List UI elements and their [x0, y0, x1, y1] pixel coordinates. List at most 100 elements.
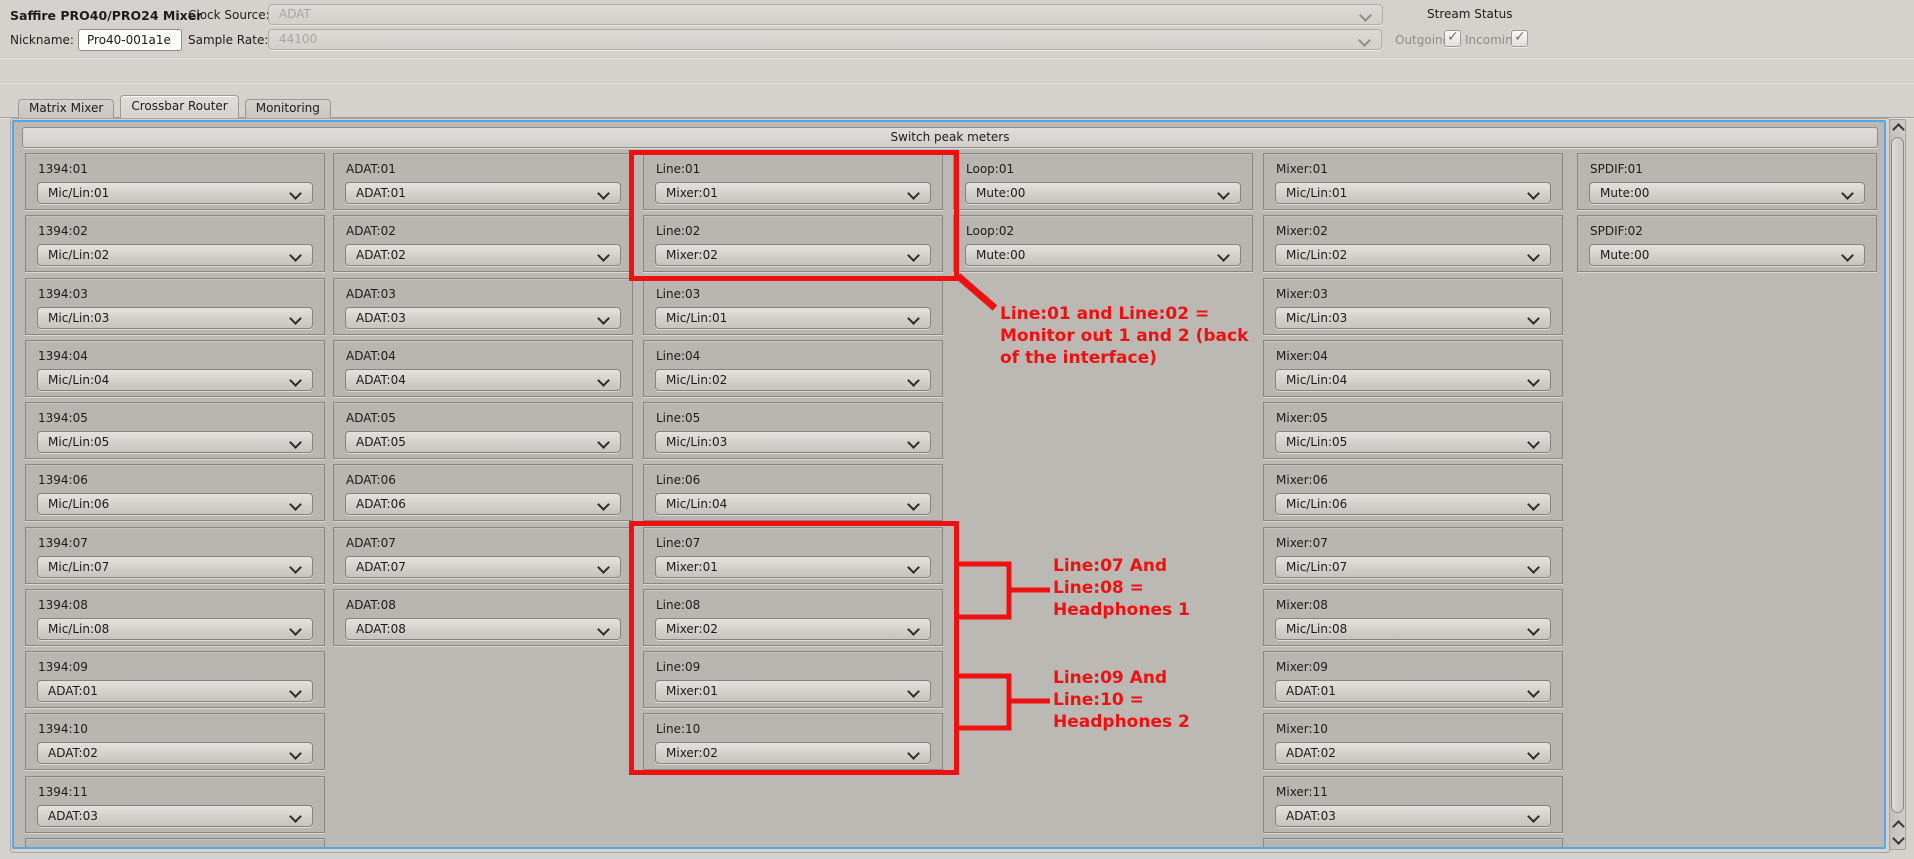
route-select-ADAT:01[interactable]: ADAT:01 [345, 182, 621, 204]
headphones-highlight-box [629, 521, 959, 775]
route-cell-Mixer:10: Mixer:10 ADAT:02 [1263, 713, 1563, 771]
route-select-1394:04[interactable]: Mic/Lin:04 [37, 368, 313, 391]
route-select-value: Mic/Lin:02 [666, 372, 728, 387]
scrollbar-thumb[interactable] [1891, 137, 1904, 813]
outgoing-checkbox[interactable]: ✓ [1444, 29, 1461, 47]
route-select-value: Mic/Lin:07 [1286, 559, 1348, 574]
scroll-up-button[interactable] [1892, 122, 1905, 136]
route-select-ADAT:04[interactable]: ADAT:04 [345, 368, 621, 391]
route-select-Mixer:02[interactable]: Mic/Lin:02 [1275, 244, 1551, 267]
route-select-value: ADAT:03 [48, 808, 98, 823]
route-select-value: Mic/Lin:05 [1286, 435, 1348, 449]
route-cell-title: 1394:04 [38, 348, 88, 363]
route-select-Mixer:01[interactable]: Mic/Lin:01 [1275, 182, 1551, 204]
route-select-1394:06[interactable]: Mic/Lin:06 [37, 493, 313, 516]
route-select-ADAT:06[interactable]: ADAT:06 [345, 493, 621, 516]
incoming-checkbox[interactable]: ✓ [1511, 29, 1528, 47]
scroll-down-button[interactable] [1892, 832, 1905, 845]
route-select-value: Mic/Lin:02 [48, 248, 110, 263]
nickname-label: Nickname: [10, 33, 74, 47]
stream-status-label: Stream Status [1427, 7, 1513, 21]
route-select-Mixer:09[interactable]: ADAT:01 [1275, 680, 1551, 702]
route-cell-title: Line:05 [656, 411, 701, 425]
route-select-ADAT:05[interactable]: ADAT:05 [345, 431, 621, 453]
vertical-scrollbar[interactable] [1889, 119, 1906, 850]
tab-crossbar-router[interactable]: Crossbar Router [120, 95, 239, 118]
route-cell-title: Mixer:06 [1276, 473, 1328, 488]
route-select-Line:05[interactable]: Mic/Lin:03 [655, 431, 931, 453]
route-cell-ADAT:05: ADAT:05 ADAT:05 [333, 402, 633, 459]
route-select-ADAT:08[interactable]: ADAT:08 [345, 617, 621, 640]
route-cell-title: 1394:03 [38, 286, 88, 301]
chevron-down-icon [289, 187, 302, 200]
route-select-Mixer:07[interactable]: Mic/Lin:07 [1275, 555, 1551, 578]
chevron-down-icon [289, 498, 302, 512]
route-select-1394:08[interactable]: Mic/Lin:08 [37, 617, 313, 640]
annotation-line: Monitor out 1 and 2 (back [1000, 326, 1249, 346]
route-select-value: Mic/Lin:05 [48, 435, 110, 449]
nickname-input[interactable]: Pro40-001a1e [78, 29, 182, 51]
route-cell-1394:04: 1394:04 Mic/Lin:04 [25, 339, 325, 397]
route-select-value: ADAT:03 [1286, 808, 1336, 823]
route-select-Mixer:10[interactable]: ADAT:02 [1275, 742, 1551, 765]
annotation-line: Headphones 1 [1053, 600, 1190, 620]
route-select-Line:03[interactable]: Mic/Lin:01 [655, 306, 931, 329]
route-select-value: Mic/Lin:08 [1286, 621, 1348, 636]
route-select-1394:09[interactable]: ADAT:01 [37, 680, 313, 702]
chevron-down-icon [1527, 809, 1540, 823]
chevron-down-icon [597, 498, 610, 512]
route-cell-title: ADAT:03 [346, 286, 396, 301]
route-select-1394:07[interactable]: Mic/Lin:07 [37, 555, 313, 578]
route-cell-1394:07: 1394:07 Mic/Lin:07 [25, 526, 325, 584]
route-select-Loop:01[interactable]: Mute:00 [965, 182, 1241, 204]
route-cell-title: 1394:11 [38, 784, 88, 799]
route-select-value: Mute:00 [976, 186, 1026, 200]
route-select-Loop:02[interactable]: Mute:00 [965, 244, 1241, 267]
route-select-Line:06[interactable]: Mic/Lin:04 [655, 493, 931, 516]
tab-monitoring[interactable]: Monitoring [244, 99, 331, 118]
route-cell-title: Mixer:05 [1276, 411, 1328, 425]
route-cell-title: Mixer:08 [1276, 597, 1328, 612]
route-cell-title: ADAT:05 [346, 411, 396, 425]
route-select-Mixer:03[interactable]: Mic/Lin:03 [1275, 306, 1551, 329]
scroll-up-button-secondary[interactable] [1892, 819, 1905, 833]
route-cell-1394:11: 1394:11 ADAT:03 [25, 775, 325, 833]
route-cell-1394:01: 1394:01 Mic/Lin:01 [25, 153, 325, 210]
annotation-line: Line:10 = [1053, 690, 1144, 710]
sample-rate-value: 44100 [279, 32, 318, 46]
route-select-Mixer:04[interactable]: Mic/Lin:04 [1275, 368, 1551, 391]
route-select-1394:11[interactable]: ADAT:03 [37, 804, 313, 827]
route-select-SPDIF:01[interactable]: Mute:00 [1589, 182, 1865, 204]
route-cell-Mixer:03: Mixer:03 Mic/Lin:03 [1263, 277, 1563, 335]
route-select-ADAT:07[interactable]: ADAT:07 [345, 555, 621, 578]
chevron-down-icon [289, 560, 302, 574]
route-select-SPDIF:02[interactable]: Mute:00 [1589, 244, 1865, 267]
chevron-down-icon [597, 560, 610, 574]
route-cell-title: ADAT:04 [346, 348, 396, 363]
route-select-Mixer:08[interactable]: Mic/Lin:08 [1275, 617, 1551, 640]
annotation-note1: Line:01 and Line:02 = Monitor out 1 and 2… [1000, 303, 1248, 369]
route-select-Line:04[interactable]: Mic/Lin:02 [655, 368, 931, 391]
route-select-1394:02[interactable]: Mic/Lin:02 [37, 244, 313, 267]
route-select-ADAT:03[interactable]: ADAT:03 [345, 306, 621, 329]
route-select-1394:03[interactable]: Mic/Lin:03 [37, 306, 313, 329]
annotation-line: of the interface) [1000, 348, 1157, 368]
route-cell-1394:08: 1394:08 Mic/Lin:08 [25, 588, 325, 646]
route-select-Mixer:11[interactable]: ADAT:03 [1275, 804, 1551, 827]
route-cell-title: 1394:09 [38, 660, 88, 674]
route-select-1394:10[interactable]: ADAT:02 [37, 742, 313, 765]
sample-rate-select[interactable]: 44100 [268, 29, 1382, 50]
route-select-1394:01[interactable]: Mic/Lin:01 [37, 182, 313, 204]
route-cell-title: 1394:08 [38, 597, 88, 612]
chevron-down-icon [289, 685, 302, 698]
route-cell-title: ADAT:01 [346, 162, 396, 176]
route-select-Mixer:05[interactable]: Mic/Lin:05 [1275, 431, 1551, 453]
route-select-ADAT:02[interactable]: ADAT:02 [345, 244, 621, 267]
clock-source-select[interactable]: ADAT [268, 4, 1383, 25]
route-select-Mixer:06[interactable]: Mic/Lin:06 [1275, 493, 1551, 516]
tab-matrix-mixer[interactable]: Matrix Mixer [18, 99, 115, 118]
chevron-down-icon [907, 498, 920, 512]
route-cell-Loop:02: Loop:02 Mute:00 [953, 215, 1253, 273]
route-select-1394:05[interactable]: Mic/Lin:05 [37, 431, 313, 453]
router-viewport: Switch peak meters 1394:01 Mic/Lin:01 1394… [12, 120, 1886, 849]
